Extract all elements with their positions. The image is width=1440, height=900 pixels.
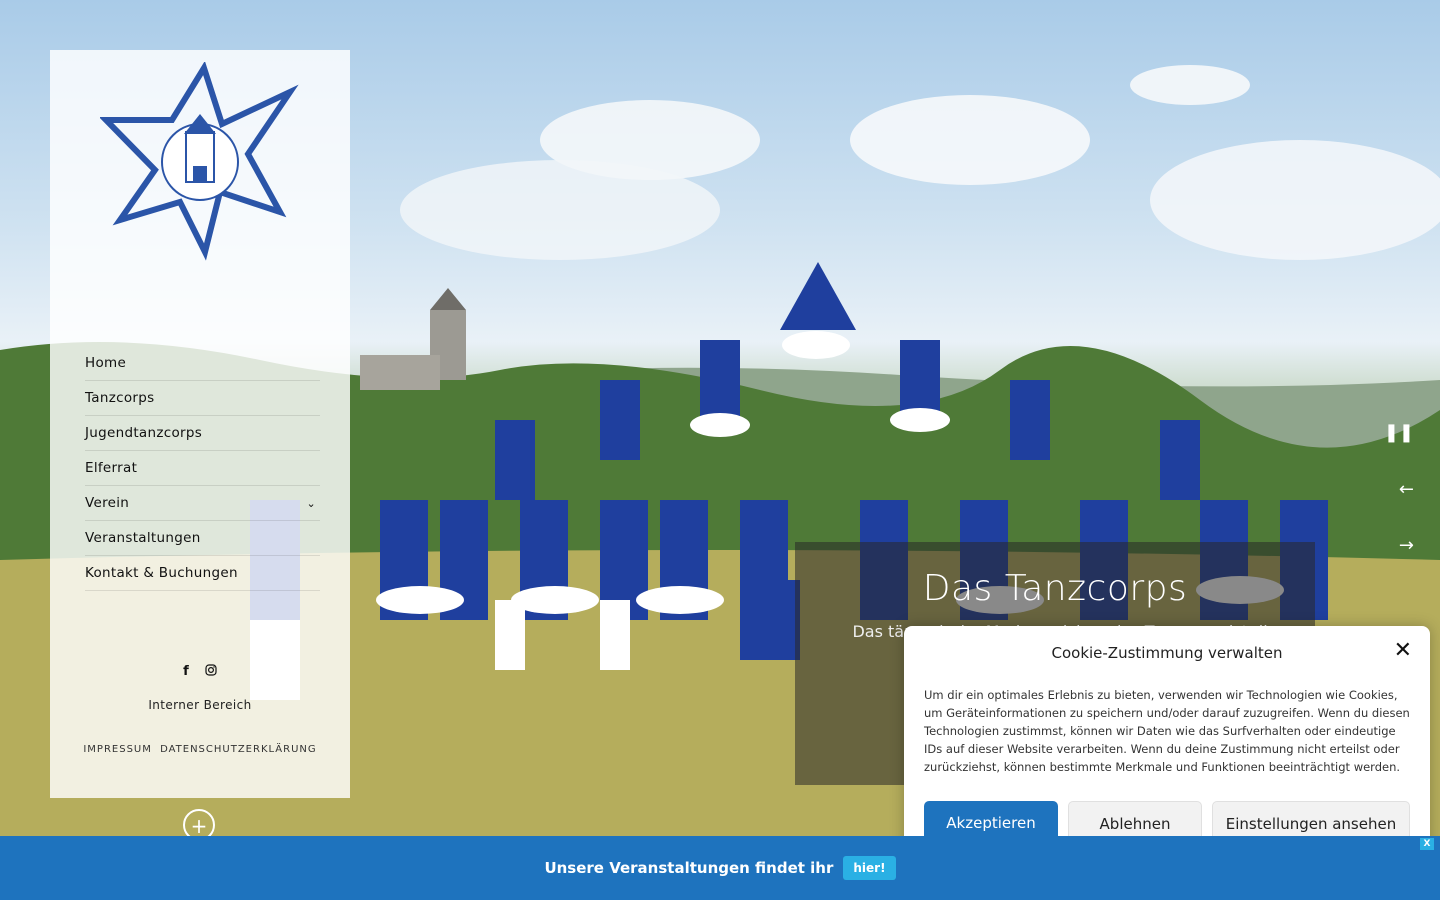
nav-label: Veranstaltungen [85, 530, 201, 546]
arrow-left-icon[interactable]: ← [1399, 479, 1414, 500]
nav-label: Tanzcorps [85, 390, 155, 406]
cookie-title: Cookie-Zustimmung verwalten [1051, 644, 1283, 662]
instagram-icon[interactable] [205, 664, 217, 680]
nav-item-jugendtanzcorps[interactable]: Jugendtanzcorps [85, 416, 320, 451]
cookie-text: Um dir ein optimales Erlebnis zu bieten,… [924, 688, 1410, 774]
facebook-icon[interactable]: f [183, 664, 189, 680]
arrow-right-icon[interactable]: → [1399, 535, 1414, 556]
nav-item-veranstaltungen[interactable]: Veranstaltungen [85, 521, 320, 556]
datenschutz-link[interactable]: DATENSCHUTZERKLÄRUNG [160, 744, 317, 755]
close-icon[interactable]: ✕ [1394, 638, 1412, 663]
legal-links: IMPRESSUM DATENSCHUTZERKLÄRUNG [50, 744, 350, 755]
social-links: f [50, 664, 350, 680]
nav-item-kontakt[interactable]: Kontakt & Buchungen [85, 556, 320, 591]
slider-title: Das Tanzcorps [922, 568, 1188, 609]
notification-bar: Unsere Veranstaltungen findet ihr hier! … [0, 836, 1440, 900]
site-logo[interactable] [98, 60, 300, 262]
nav-item-elferrat[interactable]: Elferrat [85, 451, 320, 486]
intern-link[interactable]: Interner Bereich [50, 698, 350, 712]
notification-text: Unsere Veranstaltungen findet ihr [544, 859, 834, 877]
nav-label: Elferrat [85, 460, 138, 476]
bar-close-button[interactable]: X [1420, 838, 1434, 850]
cookie-dialog: Cookie-Zustimmung verwalten ✕ Um dir ein… [904, 626, 1430, 856]
sidebar: Home Tanzcorps Jugendtanzcorps Elferrat … [50, 50, 350, 798]
main-nav: Home Tanzcorps Jugendtanzcorps Elferrat … [85, 346, 320, 591]
nav-item-verein[interactable]: Verein ⌄ [85, 486, 320, 521]
nav-label: Home [85, 355, 127, 371]
nav-label: Verein [85, 495, 130, 511]
events-link-button[interactable]: hier! [843, 856, 896, 880]
chevron-down-icon[interactable]: ⌄ [306, 497, 316, 510]
nav-label: Kontakt & Buchungen [85, 565, 238, 581]
nav-item-tanzcorps[interactable]: Tanzcorps [85, 381, 320, 416]
nav-label: Jugendtanzcorps [85, 425, 203, 441]
pause-icon[interactable]: ❚❚ [1384, 422, 1414, 443]
nav-item-home[interactable]: Home [85, 346, 320, 381]
impressum-link[interactable]: IMPRESSUM [83, 744, 152, 755]
